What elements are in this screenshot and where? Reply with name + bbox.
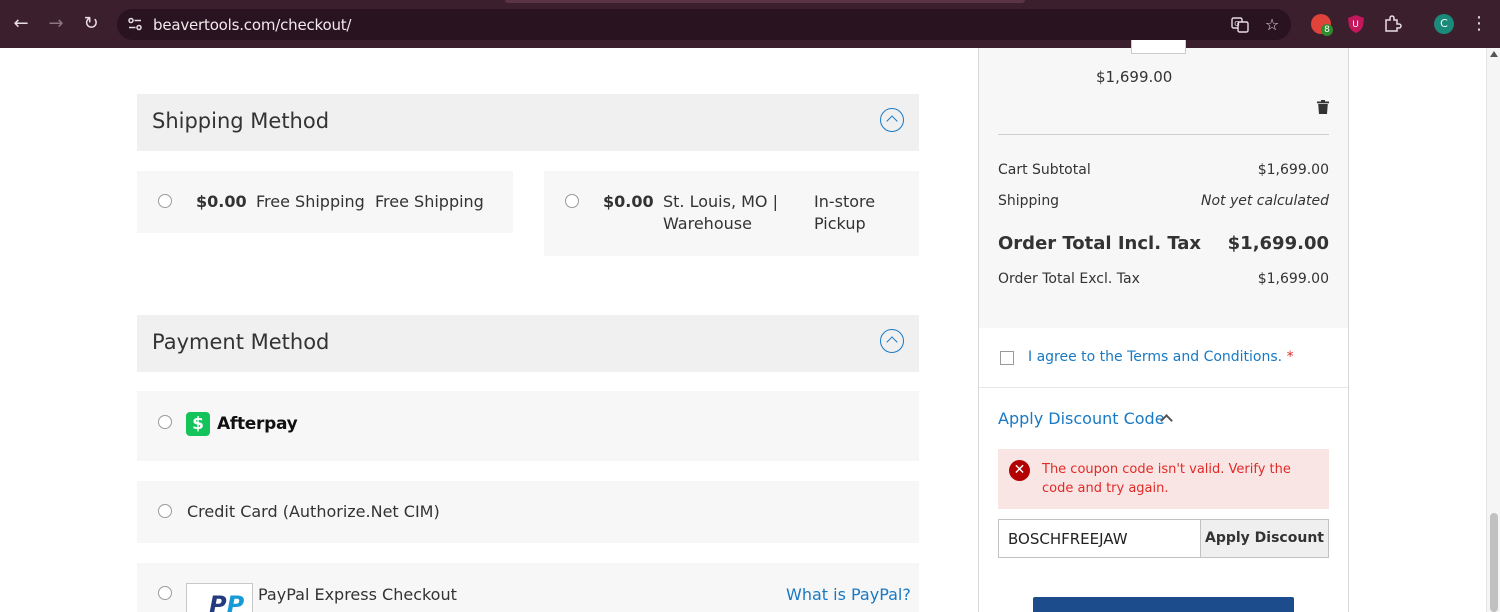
terms-checkbox[interactable] (1000, 351, 1014, 365)
shipping-radio-free[interactable] (158, 194, 172, 208)
svg-text:U: U (1352, 20, 1359, 30)
translate-icon[interactable]: G (1230, 15, 1250, 35)
order-summary-sidebar: $1,699.00 Cart Subtotal $1,699.00 Shippi… (978, 40, 1349, 612)
shipping-method-line2: Pickup (814, 214, 866, 233)
collapse-chevron-up-icon[interactable] (880, 108, 904, 132)
back-arrow-icon[interactable]: ← (9, 12, 33, 36)
order-total-incl-value: $1,699.00 (1227, 233, 1329, 254)
shipping-carrier-line1: St. Louis, MO | (663, 192, 778, 211)
shipping-price: $0.00 (603, 192, 654, 211)
browser-menu-icon[interactable]: ⋮ (1470, 12, 1488, 36)
cart-subtotal-value: $1,699.00 (1257, 162, 1329, 178)
payment-radio-afterpay[interactable] (158, 415, 172, 429)
coupon-error-message: ✕ The coupon code isn't valid. Verify th… (998, 449, 1329, 509)
terms-label-text[interactable]: I agree to the Terms and Conditions. (1028, 349, 1282, 365)
paypal-label: PayPal Express Checkout (258, 585, 457, 604)
shipping-price: $0.00 (196, 192, 247, 211)
payment-radio-credit-card[interactable] (158, 504, 172, 518)
summary-divider (998, 134, 1329, 135)
shipping-label: Shipping (998, 193, 1060, 209)
afterpay-label: Afterpay (217, 414, 298, 434)
payment-option-credit-card[interactable]: Credit Card (Authorize.Net CIM) (137, 481, 919, 543)
extension-badge: 8 (1321, 24, 1333, 36)
ublock-shield-icon[interactable]: U (1347, 14, 1365, 34)
shipping-value: Not yet calculated (1200, 193, 1329, 209)
browser-toolbar: ← → ↻ beavertools.com/checkout/ G ☆ 8 U … (0, 0, 1500, 48)
cart-subtotal-label: Cart Subtotal (998, 162, 1091, 178)
profile-avatar[interactable]: C (1434, 14, 1454, 34)
qty-input[interactable] (1131, 40, 1186, 54)
order-total-excl-label: Order Total Excl. Tax (998, 271, 1140, 287)
payment-method-title: Payment Method (152, 330, 330, 354)
order-total-incl-label: Order Total Incl. Tax (998, 233, 1202, 254)
svg-text:G: G (1234, 20, 1239, 28)
payment-radio-paypal[interactable] (158, 586, 172, 600)
paypal-logo-icon: PP (186, 583, 253, 612)
place-order-button[interactable] (1033, 597, 1294, 612)
shipping-method-header[interactable]: Shipping Method (137, 94, 919, 151)
collapse-chevron-up-icon[interactable] (880, 329, 904, 353)
url-text[interactable]: beavertools.com/checkout/ (153, 16, 351, 34)
tab-strip-edge (505, 0, 1025, 3)
apply-discount-button[interactable]: Apply Discount (1200, 519, 1329, 558)
address-bar[interactable]: beavertools.com/checkout/ G ☆ (117, 9, 1291, 40)
discount-code-input[interactable] (998, 519, 1201, 558)
terms-agreement: I agree to the Terms and Conditions. * (979, 328, 1348, 388)
scroll-thumb[interactable] (1490, 513, 1498, 612)
shipping-method-title: Shipping Method (152, 109, 330, 133)
extensions-puzzle-icon[interactable] (1382, 14, 1402, 34)
terms-link[interactable]: I agree to the Terms and Conditions. * (1028, 349, 1294, 365)
trash-icon[interactable] (1317, 100, 1329, 114)
coupon-error-text: The coupon code isn't valid. Verify the … (1042, 462, 1291, 496)
order-total-excl-value: $1,699.00 (1257, 271, 1329, 287)
payment-method-header[interactable]: Payment Method (137, 315, 919, 372)
shipping-method-line1: In-store (814, 192, 876, 211)
payment-option-afterpay[interactable]: $ Afterpay (137, 391, 919, 461)
shipping-option-free[interactable]: $0.00 Free Shipping Free Shipping (137, 171, 513, 233)
afterpay-logo-icon: $ (186, 412, 210, 436)
forward-arrow-icon[interactable]: → (44, 12, 68, 36)
extension-red-icon[interactable]: 8 (1311, 14, 1333, 36)
reload-icon[interactable]: ↻ (79, 12, 103, 36)
item-price: $1,699.00 (1096, 68, 1173, 86)
shipping-method-name: Free Shipping (375, 192, 484, 211)
credit-card-label: Credit Card (Authorize.Net CIM) (187, 502, 440, 521)
page-scrollbar[interactable] (1486, 48, 1500, 612)
required-asterisk: * (1286, 349, 1294, 365)
site-settings-icon[interactable] (127, 16, 143, 32)
scroll-up-arrow-icon[interactable] (1490, 51, 1498, 57)
shipping-option-pickup[interactable]: $0.00 St. Louis, MO | Warehouse In-store… (544, 171, 919, 256)
shipping-radio-pickup[interactable] (565, 194, 579, 208)
shipping-carrier-line2: Warehouse (663, 214, 752, 233)
bookmark-star-icon[interactable]: ☆ (1262, 15, 1282, 35)
apply-discount-toggle[interactable]: Apply Discount Code (998, 409, 1165, 428)
order-totals-panel: $1,699.00 Cart Subtotal $1,699.00 Shippi… (979, 40, 1348, 328)
what-is-paypal-link[interactable]: What is PayPal? (786, 585, 911, 604)
payment-option-paypal[interactable]: PP PayPal Express Checkout What is PayPa… (137, 563, 919, 612)
shipping-carrier: Free Shipping (256, 192, 365, 211)
error-x-icon: ✕ (1009, 460, 1030, 481)
